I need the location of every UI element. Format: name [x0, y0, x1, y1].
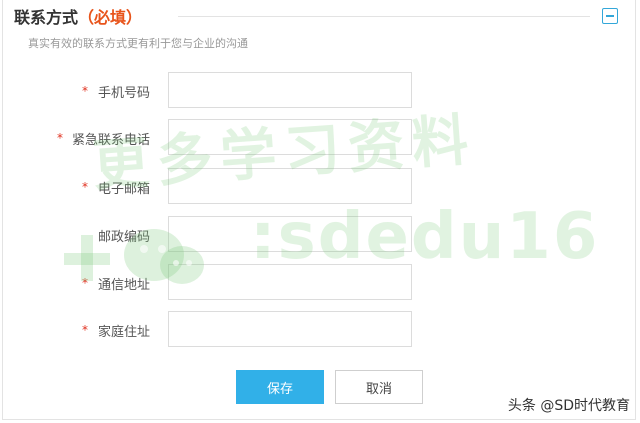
field-row-mobile: * 手机号码	[0, 70, 640, 110]
header-divider	[178, 16, 590, 17]
footer-watermark: 头条 @SD时代教育	[507, 398, 630, 414]
required-star: *	[57, 131, 63, 145]
collapse-icon[interactable]	[602, 8, 618, 24]
field-row-home-address: * 家庭住址	[0, 309, 640, 349]
wechat-icon	[64, 225, 214, 299]
cancel-button[interactable]: 取消	[335, 370, 423, 404]
required-star: *	[82, 180, 88, 194]
required-star: *	[82, 84, 88, 98]
watermark-id: :sdedu16	[250, 200, 600, 274]
required-star: *	[82, 323, 88, 337]
section-header: 联系方式（必填）	[0, 0, 640, 32]
field-label: 手机号码	[97, 86, 150, 101]
required-tag: （必填）	[78, 8, 143, 27]
home-address-input[interactable]	[168, 311, 412, 347]
field-label: 家庭住址	[97, 325, 150, 340]
section-subtitle: 真实有效的联系方式更有利于您与企业的沟通	[28, 37, 248, 50]
section-title: 联系方式（必填）	[14, 4, 142, 28]
save-button[interactable]: 保存	[236, 370, 324, 404]
section-title-text: 联系方式	[14, 8, 79, 27]
